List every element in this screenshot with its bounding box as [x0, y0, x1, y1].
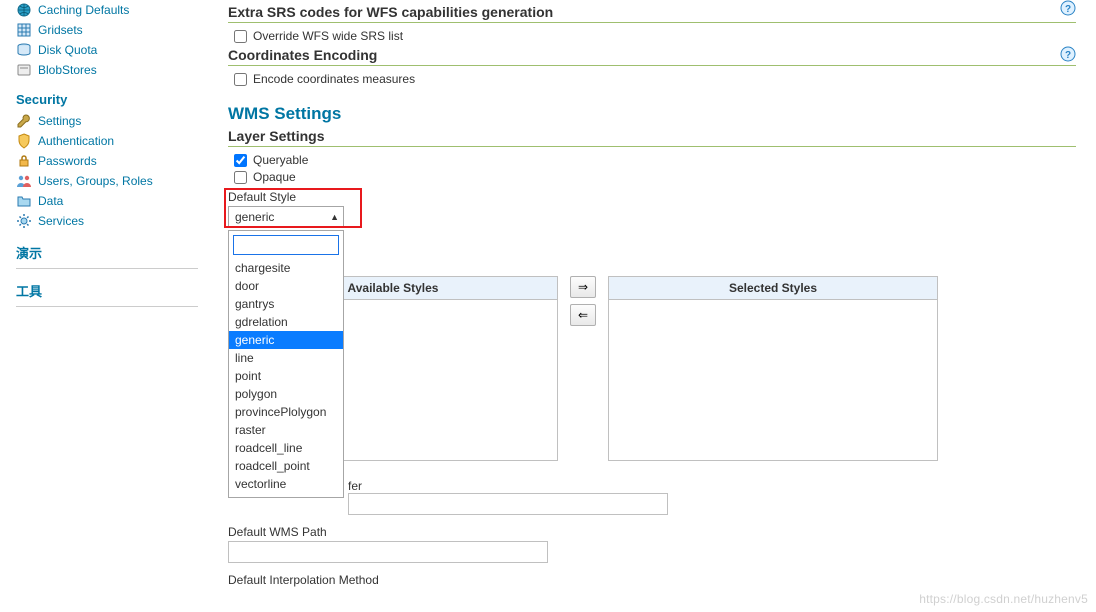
- default-style-option[interactable]: roadcell_line: [229, 439, 343, 457]
- section-title-coords: Coordinates Encoding: [228, 47, 1076, 63]
- partial-fer-label: fer: [348, 479, 362, 493]
- default-style-option[interactable]: provincePlolygon: [229, 403, 343, 421]
- opaque-row: Opaque: [234, 170, 1076, 184]
- sidebar-item-label: Disk Quota: [38, 43, 97, 57]
- default-interpolation-label: Default Interpolation Method: [228, 573, 1076, 587]
- default-style-option[interactable]: chargesite: [229, 259, 343, 277]
- lock-icon: [16, 153, 32, 169]
- sidebar-heading-security: Security: [16, 92, 198, 107]
- default-style-panel: chargesitedoorgantrysgdrelationgenericli…: [228, 230, 344, 498]
- sidebar-item-data[interactable]: Data: [16, 191, 198, 211]
- triangle-up-icon: ▲: [330, 212, 339, 222]
- buffer-input[interactable]: [348, 493, 668, 515]
- svg-text:?: ?: [1065, 4, 1071, 15]
- default-style-option[interactable]: gdrelation: [229, 313, 343, 331]
- sidebar-item-label: Data: [38, 194, 63, 208]
- sidebar-heading-demo[interactable]: 演示: [16, 243, 198, 262]
- sidebar-item-label: Settings: [38, 114, 81, 128]
- move-left-button[interactable]: ⇐: [570, 304, 596, 326]
- sidebar-item-label: Caching Defaults: [38, 3, 129, 17]
- queryable-row: Queryable: [234, 153, 1076, 167]
- default-style-value: generic: [235, 210, 274, 224]
- encode-coords-row: Encode coordinates measures: [234, 72, 1076, 86]
- default-style-option[interactable]: line: [229, 349, 343, 367]
- sidebar-item-caching-defaults[interactable]: Caching Defaults: [16, 0, 198, 20]
- default-style-option[interactable]: point: [229, 367, 343, 385]
- sidebar-item-disk-quota[interactable]: Disk Quota: [16, 40, 198, 60]
- queryable-checkbox[interactable]: [234, 154, 247, 167]
- section-rule: [228, 65, 1076, 66]
- sidebar-item-label: Gridsets: [38, 23, 83, 37]
- sidebar-item-label: Users, Groups, Roles: [38, 174, 153, 188]
- wms-settings-title: WMS Settings: [228, 104, 1076, 124]
- default-style-option[interactable]: raster: [229, 421, 343, 439]
- svg-text:?: ?: [1065, 50, 1071, 61]
- watermark: https://blog.csdn.net/huzhenv5: [919, 592, 1088, 606]
- default-style-option[interactable]: generic: [229, 331, 343, 349]
- sidebar: Caching Defaults Gridsets Disk Quota Blo…: [0, 0, 208, 589]
- opaque-checkbox[interactable]: [234, 171, 247, 184]
- sidebar-item-settings[interactable]: Settings: [16, 111, 198, 131]
- encode-coords-checkbox[interactable]: [234, 73, 247, 86]
- selected-styles-list[interactable]: [609, 300, 937, 460]
- sidebar-item-label: BlobStores: [38, 63, 97, 77]
- sidebar-item-blobstores[interactable]: BlobStores: [16, 60, 198, 80]
- sidebar-item-users-groups-roles[interactable]: Users, Groups, Roles: [16, 171, 198, 191]
- selected-styles-panel: Selected Styles: [608, 276, 938, 461]
- default-wms-path-input[interactable]: [228, 541, 548, 563]
- divider: [16, 268, 198, 269]
- sidebar-item-passwords[interactable]: Passwords: [16, 151, 198, 171]
- section-title-srs: Extra SRS codes for WFS capabilities gen…: [228, 4, 1076, 20]
- wrench-icon: [16, 113, 32, 129]
- grid-icon: [16, 22, 32, 38]
- default-style-search-input[interactable]: [233, 235, 339, 255]
- default-style-label: Default Style: [228, 190, 1076, 204]
- move-right-button[interactable]: ⇒: [570, 276, 596, 298]
- encode-coords-label: Encode coordinates measures: [253, 72, 415, 86]
- default-style-option[interactable]: gantrys: [229, 295, 343, 313]
- default-style-option[interactable]: door: [229, 277, 343, 295]
- override-srs-label: Override WFS wide SRS list: [253, 29, 403, 43]
- sidebar-item-label: Passwords: [38, 154, 97, 168]
- help-icon[interactable]: ?: [1060, 46, 1076, 62]
- users-icon: [16, 173, 32, 189]
- opaque-label: Opaque: [253, 170, 296, 184]
- help-icon[interactable]: ?: [1060, 0, 1076, 16]
- override-srs-row: Override WFS wide SRS list: [234, 29, 1076, 43]
- divider: [16, 306, 198, 307]
- main-content: ? Extra SRS codes for WFS capabilities g…: [208, 0, 1096, 589]
- sidebar-item-services[interactable]: Services: [16, 211, 198, 231]
- shield-icon: [16, 133, 32, 149]
- default-style-option-list: chargesitedoorgantrysgdrelationgenericli…: [229, 259, 343, 497]
- blob-icon: [16, 62, 32, 78]
- selected-styles-header: Selected Styles: [609, 277, 937, 300]
- default-style-dropdown[interactable]: generic ▲: [228, 206, 344, 228]
- sidebar-item-gridsets[interactable]: Gridsets: [16, 20, 198, 40]
- default-style-option[interactable]: polygon: [229, 385, 343, 403]
- styles-transfer-row: Available Styles ⇒ ⇐ Selected Styles: [228, 276, 1076, 461]
- layer-settings-title: Layer Settings: [228, 128, 1076, 144]
- sidebar-item-label: Services: [38, 214, 84, 228]
- queryable-label: Queryable: [253, 153, 308, 167]
- sidebar-item-label: Authentication: [38, 134, 114, 148]
- section-rule: [228, 146, 1076, 147]
- default-wms-path-label: Default WMS Path: [228, 525, 1076, 539]
- sidebar-item-authentication[interactable]: Authentication: [16, 131, 198, 151]
- disk-icon: [16, 42, 32, 58]
- default-style-option[interactable]: vectorline: [229, 475, 343, 493]
- override-srs-checkbox[interactable]: [234, 30, 247, 43]
- sidebar-heading-tools[interactable]: 工具: [16, 281, 198, 300]
- section-rule: [228, 22, 1076, 23]
- folder-icon: [16, 193, 32, 209]
- globe-icon: [16, 2, 32, 18]
- gear-icon: [16, 213, 32, 229]
- default-style-block: generic ▲ chargesitedoorgantrysgdrelatio…: [228, 206, 344, 228]
- transfer-buttons: ⇒ ⇐: [570, 276, 596, 326]
- default-style-option[interactable]: roadcell_point: [229, 457, 343, 475]
